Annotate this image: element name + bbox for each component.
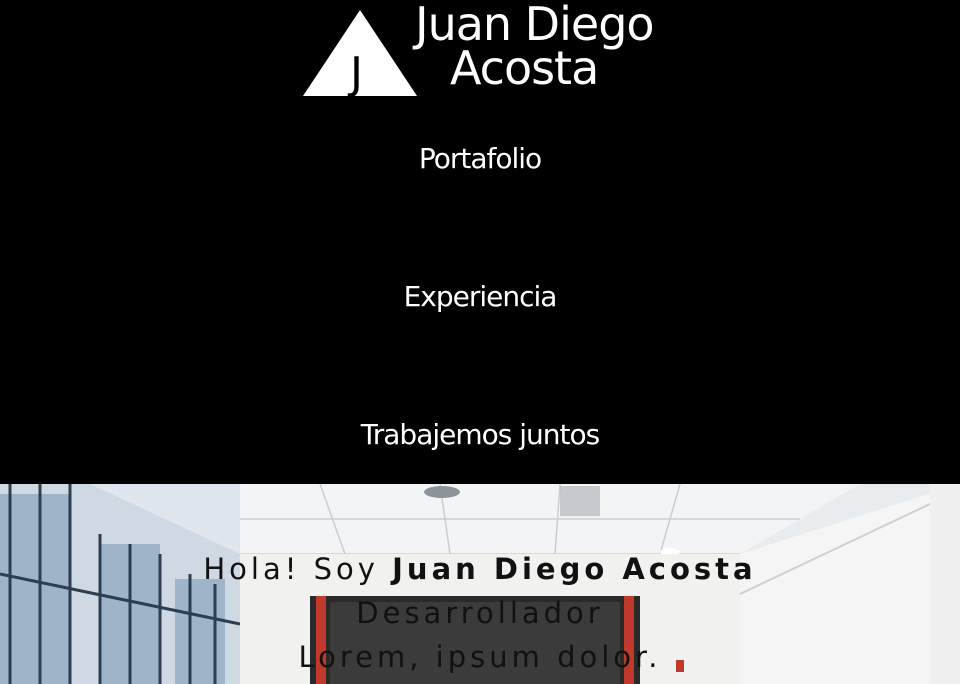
logo-line-2: Acosta — [450, 41, 599, 95]
site-header: J Juan Diego Acosta Portafolio Experienc… — [0, 0, 960, 484]
logo-mark-letter: J — [347, 48, 363, 99]
triangle-logo-icon: J — [303, 10, 417, 99]
hero-greeting-prefix: Hola! Soy — [203, 552, 379, 586]
nav-item-portafolio[interactable]: Portafolio — [0, 142, 960, 175]
logo-text: Juan Diego Acosta — [415, 0, 655, 95]
logo-line-1: Juan Diego — [415, 0, 655, 51]
site-logo[interactable]: J Juan Diego Acosta — [300, 0, 670, 102]
hero-section: Hola! Soy Juan Diego Acosta Desarrollado… — [0, 484, 960, 684]
hero-name: Juan Diego Acosta — [392, 552, 757, 586]
nav-item-trabajemos-juntos[interactable]: Trabajemos juntos — [0, 418, 960, 451]
nav-item-experiencia[interactable]: Experiencia — [0, 280, 960, 313]
hero-tagline: Lorem, ipsum dolor. — [298, 640, 662, 674]
hero-greeting: Hola! Soy Juan Diego Acosta — [0, 552, 960, 586]
hero-role: Desarrollador — [356, 596, 604, 630]
